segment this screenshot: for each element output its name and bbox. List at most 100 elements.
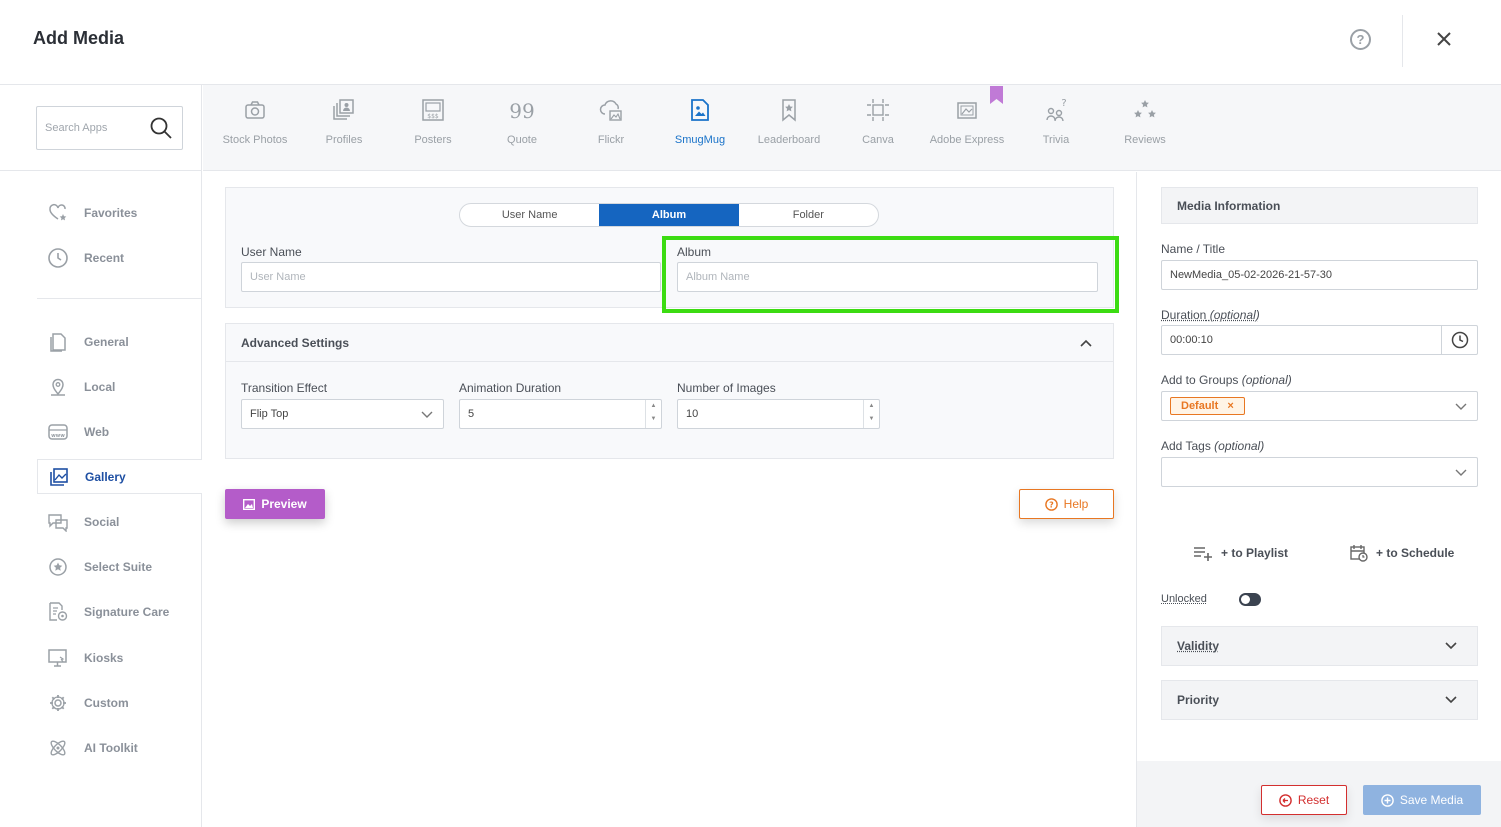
search-icon[interactable] (149, 116, 173, 140)
sidebar-item-ai-toolkit[interactable]: AI Toolkit (37, 730, 202, 765)
name-title-input[interactable]: NewMedia_05-02-2026-21-57-30 (1161, 260, 1478, 290)
unlocked-toggle[interactable] (1239, 593, 1261, 606)
number-of-images-value: 10 (686, 408, 699, 420)
validity-accordion[interactable]: Validity (1161, 626, 1478, 666)
tags-label: Add Tags (optional) (1161, 439, 1264, 453)
app-stock-photos[interactable]: Stock Photos (210, 97, 300, 146)
sidebar-item-label: Signature Care (84, 604, 170, 619)
priority-accordion[interactable]: Priority (1161, 680, 1478, 720)
help-icon[interactable]: ? (1350, 29, 1371, 50)
tags-select[interactable] (1161, 457, 1478, 487)
sidebar-item-select-suite[interactable]: Select Suite (37, 549, 202, 584)
app-reviews[interactable]: Reviews (1100, 97, 1190, 146)
app-quote[interactable]: 99 Quote (477, 97, 567, 146)
add-to-playlist-button[interactable]: + to Playlist (1193, 545, 1288, 561)
chat-icon (46, 510, 70, 534)
album-highlight-box (662, 236, 1119, 313)
sidebar-item-gallery[interactable]: Gallery (37, 459, 202, 494)
sidebar-item-favorites[interactable]: Favorites (37, 195, 202, 230)
sidebar-item-label: Gallery (85, 469, 126, 484)
preview-label: Preview (261, 497, 307, 511)
media-information-panel: Media Information Name / Title NewMedia_… (1136, 172, 1501, 827)
search-input[interactable]: Search Apps (45, 122, 107, 134)
preview-button[interactable]: Preview (225, 489, 325, 519)
animation-duration-value: 5 (468, 408, 475, 420)
sidebar-item-label: Custom (84, 695, 129, 710)
modal-header: Add Media ? (0, 0, 1501, 85)
page-title: Add Media (33, 28, 125, 48)
svg-text:?: ? (1061, 98, 1066, 109)
add-to-playlist-label: + to Playlist (1221, 546, 1289, 560)
validity-label: Validity (1177, 639, 1220, 653)
app-leaderboard[interactable]: Leaderboard (744, 97, 834, 146)
app-trivia[interactable]: ? Trivia (1011, 97, 1101, 146)
sidebar-item-social[interactable]: Social (37, 504, 202, 539)
transition-select[interactable]: Flip Top (241, 399, 444, 429)
app-smugmug[interactable]: SmugMug (655, 97, 745, 146)
groups-select[interactable]: Default × (1161, 391, 1478, 421)
chevron-down-icon (1455, 469, 1467, 476)
duration-value: 00:00:10 (1170, 334, 1213, 346)
duration-label-text: Duration (1161, 308, 1207, 322)
add-to-schedule-button[interactable]: + to Schedule (1350, 544, 1454, 562)
map-pin-icon (46, 375, 70, 399)
chevron-up-icon[interactable] (1079, 336, 1093, 350)
canva-frame-icon (867, 99, 889, 121)
reset-icon (1279, 793, 1292, 807)
app-label: Leaderboard (757, 134, 821, 146)
tags-label-text: Add Tags (1161, 439, 1211, 453)
duration-input[interactable]: 00:00:10 (1161, 325, 1478, 355)
app-adobe-express[interactable]: Adobe Express (922, 97, 1012, 146)
help-button[interactable]: ? Help (1019, 489, 1114, 519)
camera-icon (245, 101, 265, 119)
sidebar-item-label: Kiosks (84, 650, 124, 665)
cloud-image-icon (599, 100, 622, 121)
sidebar-item-signature-care[interactable]: Signature Care (37, 594, 202, 629)
app-label: Canva (862, 134, 894, 146)
header-divider (1402, 15, 1403, 67)
app-profiles[interactable]: Profiles (299, 97, 389, 146)
tab-user-name[interactable]: User Name (460, 204, 599, 226)
stepper-arrows[interactable]: ▲ ▼ (863, 400, 879, 428)
reset-button[interactable]: Reset (1261, 785, 1347, 815)
sidebar-item-label: Social (84, 514, 120, 529)
advanced-settings-header[interactable]: Advanced Settings (226, 324, 1113, 362)
source-segmented-control[interactable]: User Name Album Folder (459, 203, 879, 227)
sidebar-item-kiosks[interactable]: Kiosks (37, 640, 202, 675)
playlist-add-icon (1194, 547, 1212, 561)
username-input[interactable]: User Name (241, 262, 661, 292)
search-apps-field[interactable]: Search Apps (36, 106, 183, 150)
svg-text:$$$: $$$ (427, 113, 439, 120)
close-icon[interactable] (1433, 28, 1455, 50)
new-ribbon-icon (990, 86, 1003, 104)
transition-value: Flip Top (250, 408, 289, 420)
number-of-images-stepper[interactable]: 10 ▲ ▼ (677, 399, 880, 429)
calendar-clock-icon (1350, 545, 1368, 562)
tab-folder[interactable]: Folder (739, 204, 878, 226)
sidebar-item-label: Select Suite (84, 559, 153, 574)
group-tag-default[interactable]: Default × (1170, 397, 1245, 415)
sidebar-item-web[interactable]: www Web (37, 414, 202, 449)
app-label: Adobe Express (929, 134, 1005, 146)
tab-album[interactable]: Album (599, 204, 739, 226)
duration-label: Duration (optional) (1161, 308, 1260, 322)
sidebar-item-custom[interactable]: Custom (37, 685, 202, 720)
save-media-button[interactable]: Save Media (1363, 785, 1481, 815)
app-canva[interactable]: Canva (833, 97, 923, 146)
app-flickr[interactable]: Flickr (566, 97, 656, 146)
chevron-down-icon (1455, 403, 1467, 410)
kiosk-icon (46, 646, 70, 670)
bookmark-star-icon (782, 99, 796, 122)
sidebar-item-local[interactable]: Local (37, 369, 202, 404)
animation-duration-stepper[interactable]: 5 ▲ ▼ (459, 399, 662, 429)
sidebar-item-general[interactable]: General (37, 324, 202, 359)
image-frame-icon (957, 102, 977, 119)
remove-tag-icon[interactable]: × (1227, 400, 1233, 412)
time-picker-button[interactable] (1441, 326, 1477, 354)
sidebar-item-recent[interactable]: Recent (37, 240, 202, 275)
number-of-images-label: Number of Images (677, 381, 776, 395)
app-posters[interactable]: $$$ Posters (388, 97, 478, 146)
stepper-arrows[interactable]: ▲ ▼ (645, 400, 661, 428)
sidebar-item-label: AI Toolkit (84, 740, 138, 755)
username-label: User Name (241, 245, 302, 259)
